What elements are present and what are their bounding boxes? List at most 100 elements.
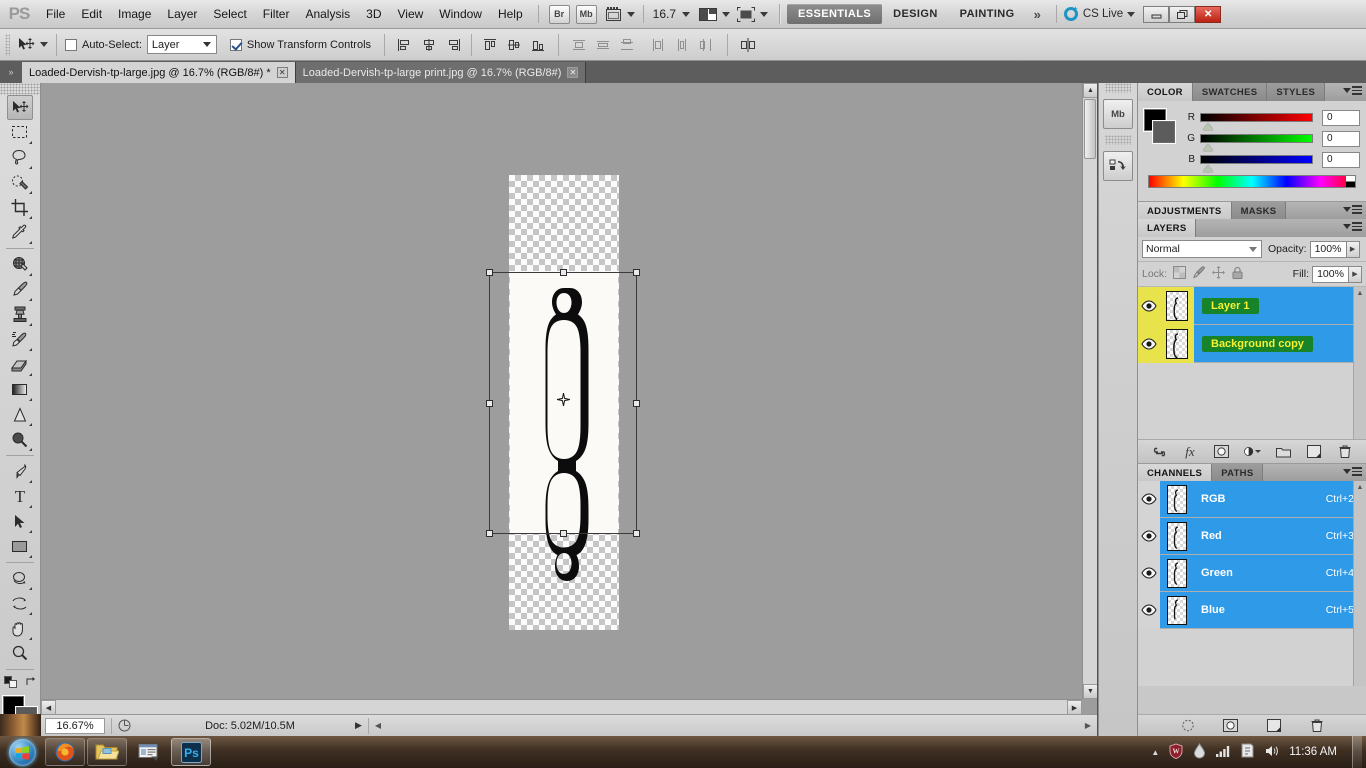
- tool-spot-healing-brush[interactable]: [7, 252, 33, 277]
- workspace-design[interactable]: DESIGN: [882, 4, 949, 24]
- status-scroll-right-arrow[interactable]: ▶: [1085, 721, 1091, 730]
- link-layers-icon[interactable]: [1151, 443, 1168, 460]
- transform-handle-top-left[interactable]: [486, 269, 493, 276]
- auto-align-layers-button[interactable]: [738, 35, 758, 55]
- layer-item-1[interactable]: Background copy: [1138, 324, 1366, 363]
- tool-rectangular-marquee[interactable]: [7, 120, 33, 145]
- cs-live-button[interactable]: CS Live: [1063, 7, 1136, 21]
- antivirus-tray-icon[interactable]: W: [1168, 742, 1184, 762]
- tab-adjustments[interactable]: ADJUSTMENTS: [1138, 202, 1232, 220]
- tool-eraser[interactable]: [7, 352, 33, 377]
- color-slider-r[interactable]: [1200, 113, 1313, 130]
- layer-item-0[interactable]: Layer 1: [1138, 286, 1366, 325]
- menu-window[interactable]: Window: [431, 3, 490, 25]
- channel-visibility-toggle-red[interactable]: [1138, 517, 1160, 555]
- layer-visibility-toggle-1[interactable]: [1138, 324, 1160, 363]
- align-top-edges-button[interactable]: [480, 35, 500, 55]
- launch-bridge-button[interactable]: Br: [548, 4, 570, 24]
- channel-visibility-toggle-rgb[interactable]: [1138, 480, 1160, 518]
- menu-layer[interactable]: Layer: [159, 3, 205, 25]
- action-center-tray-icon[interactable]: [1240, 743, 1255, 762]
- tool-preset-caret-icon[interactable]: [40, 42, 48, 47]
- tool-zoom[interactable]: [7, 641, 33, 666]
- add-layer-style-icon[interactable]: fx: [1182, 443, 1199, 460]
- status-scroll-left-arrow[interactable]: ◀: [375, 721, 381, 730]
- transform-handle-top-center[interactable]: [560, 269, 567, 276]
- layers-panel-menu-icon[interactable]: [1339, 222, 1362, 231]
- tool-quick-selection[interactable]: [7, 170, 33, 195]
- color-slider-b[interactable]: [1200, 155, 1313, 172]
- canvas-vertical-scrollbar[interactable]: ▲ ▼: [1082, 83, 1097, 699]
- transform-reference-point-icon[interactable]: [557, 393, 570, 406]
- color-panel-menu-icon[interactable]: [1339, 86, 1362, 95]
- transform-handle-middle-left[interactable]: [486, 400, 493, 407]
- dropbox-tray-icon[interactable]: [1193, 742, 1206, 762]
- tool-eyedropper[interactable]: [7, 220, 33, 245]
- channels-panel-scrollbar[interactable]: ▲: [1353, 481, 1366, 686]
- transform-bounding-box[interactable]: [486, 269, 640, 537]
- document-tab-0-close-icon[interactable]: ✕: [276, 67, 288, 78]
- opacity-value[interactable]: 100%: [1309, 240, 1347, 258]
- view-extras-icon[interactable]: [605, 4, 635, 24]
- scroll-right-arrow[interactable]: ▶: [1067, 700, 1082, 714]
- lock-transparent-pixels-icon[interactable]: [1173, 266, 1187, 282]
- default-colors-icon[interactable]: [3, 676, 18, 688]
- add-layer-mask-icon[interactable]: [1213, 443, 1230, 460]
- zoom-caret-icon[interactable]: [682, 11, 691, 17]
- status-info-arrow-icon[interactable]: ▶: [355, 720, 362, 731]
- toolbox-grip[interactable]: [0, 83, 40, 95]
- tool-crop[interactable]: [7, 195, 33, 220]
- menu-analysis[interactable]: Analysis: [297, 3, 358, 25]
- zoom-level-display[interactable]: 16.7: [651, 7, 678, 21]
- distribute-vertical-centers-button[interactable]: [593, 35, 613, 55]
- swap-colors-icon[interactable]: [25, 676, 37, 688]
- distribute-bottom-edges-button[interactable]: [617, 35, 637, 55]
- history-panel-button[interactable]: [1103, 151, 1133, 181]
- auto-select-scope-dropdown[interactable]: Layer: [146, 35, 217, 54]
- workspace-painting[interactable]: PAINTING: [949, 4, 1026, 24]
- menu-view[interactable]: View: [389, 3, 431, 25]
- distribute-top-edges-button[interactable]: [569, 35, 589, 55]
- tool-lasso[interactable]: [7, 145, 33, 170]
- tool-history-brush[interactable]: [7, 327, 33, 352]
- align-left-edges-button[interactable]: [395, 35, 415, 55]
- lock-all-icon[interactable]: [1232, 266, 1243, 282]
- opacity-spinner[interactable]: ▶: [1346, 240, 1360, 258]
- transform-handle-bottom-center[interactable]: [560, 530, 567, 537]
- color-panel-background-swatch[interactable]: [1153, 121, 1175, 143]
- distribute-horizontal-centers-button[interactable]: [673, 35, 693, 55]
- canvas-horizontal-scrollbar[interactable]: ◀ ▶: [41, 699, 1082, 714]
- taskbar-item-file-explorer[interactable]: [87, 738, 127, 766]
- scroll-up-arrow[interactable]: ▲: [1083, 83, 1097, 98]
- channel-item-rgb[interactable]: RGB Ctrl+2: [1138, 480, 1366, 518]
- channel-item-red[interactable]: Red Ctrl+3: [1138, 517, 1366, 555]
- tool-hand[interactable]: [7, 616, 33, 641]
- new-channel-icon[interactable]: [1265, 717, 1282, 734]
- channel-thumbnail-blue[interactable]: [1160, 592, 1194, 629]
- tool-pen[interactable]: [7, 459, 33, 484]
- tool-brush[interactable]: [7, 277, 33, 302]
- distribute-left-edges-button[interactable]: [649, 35, 669, 55]
- taskbar-item-photoshop[interactable]: Ps: [171, 738, 211, 766]
- tool-path-selection[interactable]: [7, 509, 33, 534]
- auto-select-checkbox[interactable]: [65, 38, 77, 51]
- color-slider-thumb-g[interactable]: [1203, 144, 1213, 151]
- move-tool-icon[interactable]: [17, 35, 35, 55]
- delete-layer-icon[interactable]: [1337, 443, 1354, 460]
- fill-value[interactable]: 100%: [1312, 265, 1349, 283]
- tool-horizontal-type[interactable]: T: [7, 484, 33, 509]
- start-button[interactable]: [0, 737, 44, 767]
- spectrum-black-white-swatch[interactable]: [1346, 176, 1355, 187]
- tab-paths[interactable]: PATHS: [1212, 464, 1264, 482]
- distribute-right-edges-button[interactable]: [697, 35, 717, 55]
- fill-spinner[interactable]: ▶: [1349, 265, 1362, 283]
- channel-item-blue[interactable]: Blue Ctrl+5: [1138, 591, 1366, 629]
- color-slider-g[interactable]: [1200, 134, 1313, 151]
- blend-mode-dropdown[interactable]: Normal: [1142, 240, 1262, 258]
- transform-handle-middle-right[interactable]: [633, 400, 640, 407]
- color-value-b[interactable]: 0: [1322, 151, 1360, 168]
- tool-gradient[interactable]: [7, 377, 33, 402]
- color-slider-thumb-b[interactable]: [1203, 165, 1213, 172]
- channel-visibility-toggle-blue[interactable]: [1138, 591, 1160, 629]
- align-bottom-edges-button[interactable]: [528, 35, 548, 55]
